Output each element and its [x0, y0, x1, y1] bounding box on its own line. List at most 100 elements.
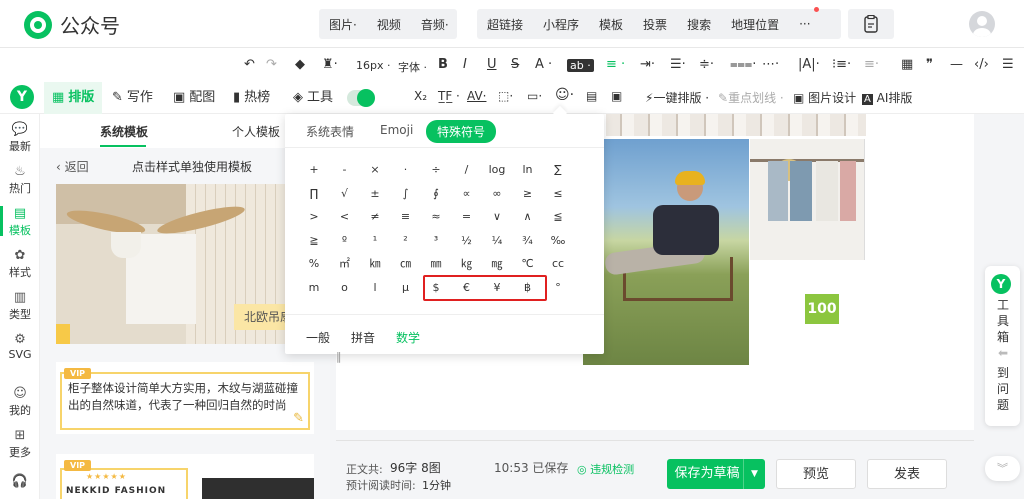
border-icon[interactable]: ⬚· — [498, 89, 513, 103]
symbol-cell[interactable]: ¼ — [482, 231, 512, 251]
clear-format-icon[interactable]: ♜· — [322, 57, 338, 72]
rail-item-support[interactable]: 🎧 — [0, 474, 40, 490]
symbol-cell[interactable]: ∏ — [299, 184, 329, 204]
tab-hot[interactable]: ▮ 热榜 — [233, 82, 270, 114]
redo-button[interactable]: ↷ — [266, 57, 277, 72]
rail-item-hot[interactable]: ♨ 热门 — [0, 164, 40, 196]
list-icon[interactable]: ☰· — [670, 57, 686, 72]
symbol-cell[interactable]: ∝ — [452, 184, 482, 204]
tab-writing[interactable]: ✎ 写作 — [112, 82, 153, 114]
symbol-cell[interactable]: / — [452, 160, 482, 180]
photo-man-in-chair[interactable] — [583, 139, 749, 365]
photo-clothing-rack[interactable] — [750, 139, 865, 260]
plugin-logo-icon[interactable]: Y — [10, 85, 34, 109]
scroll-down-button[interactable]: ︾ — [985, 456, 1020, 481]
symbol-cell[interactable]: √ — [330, 184, 360, 204]
html-icon[interactable]: ▤ — [586, 89, 597, 103]
insert-location-button[interactable]: 地理位置 — [721, 16, 789, 33]
symbol-cell[interactable]: ln — [513, 160, 543, 180]
tab-tools[interactable]: ◈ 工具 — [293, 82, 333, 114]
publish-button[interactable]: 发表 — [867, 459, 947, 489]
rail-item-template[interactable]: ▤ 模板 — [0, 206, 40, 238]
symbol-cell[interactable]: + — [299, 160, 329, 180]
symbol-cell[interactable]: · — [391, 160, 421, 180]
number-badge[interactable]: 100 — [805, 294, 839, 324]
symbol-cell[interactable]: ∮ — [421, 184, 451, 204]
feedback-label-3[interactable]: 题 — [996, 398, 1010, 413]
symbol-cell[interactable]: cc — [543, 254, 573, 274]
symbol-cell[interactable]: ㎝ — [391, 254, 421, 274]
insert-miniprogram-button[interactable]: 小程序 — [533, 16, 589, 33]
rail-item-svg[interactable]: ⚙ SVG — [0, 332, 40, 361]
template-card-fashion[interactable]: VIP ★★★★★ NEKKID FASHION — [56, 454, 314, 499]
plugin-toggle[interactable] — [347, 89, 375, 107]
template-card-ceiling-fan[interactable]: 北欧吊扇 — [56, 184, 314, 344]
bullet-list-icon[interactable]: ⁝≡· — [832, 57, 851, 72]
symbol-cell[interactable]: ° — [543, 278, 573, 298]
one-click-layout-button[interactable]: ⚡一键排版 · — [645, 89, 709, 106]
symbol-cell[interactable]: ≈ — [421, 207, 451, 227]
symbol-cell[interactable]: % — [299, 254, 329, 274]
symbol-cell[interactable]: - — [330, 160, 360, 180]
tab-emoji[interactable]: Emoji — [380, 123, 413, 137]
image-design-button[interactable]: ▣ 图片设计 — [793, 89, 856, 106]
insert-link-button[interactable]: 超链接 — [477, 16, 533, 33]
symbol-cell[interactable]: m — [299, 278, 329, 298]
symbol-cell[interactable]: ¹ — [360, 231, 390, 251]
template-card-text[interactable]: VIP 柜子整体设计简单大方实用，木纹与湖蓝碰撞出的自然味道，代表了一种回归自然… — [56, 362, 314, 434]
symbol-cell[interactable]: ㎏ — [452, 254, 482, 274]
arrow-left-icon[interactable]: ⬅ — [996, 346, 1010, 361]
text-formula-icon[interactable]: T̲F̲ · — [438, 89, 460, 103]
tab-system-emoji[interactable]: 系统表情 — [306, 123, 354, 140]
symbol-cell[interactable]: ℃ — [513, 254, 543, 274]
highlight-line-button[interactable]: ✎重点划线 · — [718, 89, 784, 106]
tab-personal-template[interactable]: 个人模板 — [232, 123, 280, 140]
ordered-list-icon[interactable]: ≡· — [864, 57, 879, 72]
symbol-cell[interactable]: ㎞ — [360, 254, 390, 274]
back-link[interactable]: ‹ 返回 — [56, 158, 89, 175]
preview-button[interactable]: 预览 — [776, 459, 856, 489]
symbol-cell[interactable]: ∑ — [543, 160, 573, 180]
insert-template-button[interactable]: 模板 — [589, 16, 633, 33]
symbol-cell[interactable]: ∧ — [513, 207, 543, 227]
tab-pinyin[interactable]: 拼音 — [351, 329, 375, 346]
subscript-icon[interactable]: X₂ — [414, 89, 427, 103]
insert-vote-button[interactable]: 投票 — [633, 16, 677, 33]
rail-item-style[interactable]: ✿ 样式 — [0, 248, 40, 280]
symbol-cell[interactable]: ㎜ — [421, 254, 451, 274]
letter-spacing-av-icon[interactable]: AV· — [467, 89, 486, 103]
symbol-cell[interactable]: ¾ — [513, 231, 543, 251]
symbol-cell[interactable]: o — [330, 278, 360, 298]
line-height-icon[interactable]: ≑· — [699, 57, 714, 72]
tab-layout[interactable]: ▦ 排版 — [44, 82, 103, 114]
format-painter-icon[interactable]: ◆ — [295, 57, 305, 72]
symbol-cell[interactable]: ∨ — [482, 207, 512, 227]
symbol-cell[interactable]: > — [299, 207, 329, 227]
table-icon[interactable]: ▦ — [901, 57, 913, 72]
user-avatar[interactable] — [969, 11, 995, 37]
rail-item-more[interactable]: ⊞ 更多 — [0, 428, 40, 460]
more-insert-button[interactable]: ··· — [789, 17, 820, 31]
save-draft-button[interactable]: 保存为草稿 ▼ — [667, 459, 765, 489]
quote-button[interactable]: ❞ — [926, 57, 933, 72]
italic-button[interactable]: I — [463, 57, 467, 72]
symbol-cell[interactable]: ㎎ — [482, 254, 512, 274]
symbol-cell[interactable]: log — [482, 160, 512, 180]
symbol-cell[interactable]: ≥ — [513, 184, 543, 204]
violation-check-link[interactable]: ◎ 违规检测 — [577, 461, 634, 477]
divider-button[interactable]: — — [950, 57, 963, 72]
more-format-icon[interactable]: ☰ — [1002, 57, 1014, 72]
symbol-cell[interactable]: ≧ — [299, 231, 329, 251]
symbol-cell[interactable]: = — [452, 207, 482, 227]
bold-button[interactable]: B — [438, 57, 448, 72]
symbol-cell[interactable]: ∞ — [482, 184, 512, 204]
symbol-cell[interactable]: ‰ — [543, 231, 573, 251]
symbol-cell[interactable]: × — [360, 160, 390, 180]
rail-item-mine[interactable]: ☺ 我的 — [0, 386, 40, 418]
symbol-cell[interactable]: ≡ — [391, 207, 421, 227]
symbol-cell[interactable]: ² — [391, 231, 421, 251]
letter-spacing-icon[interactable]: ⋯· — [762, 57, 779, 72]
symbol-cell[interactable]: ½ — [452, 231, 482, 251]
text-direction-icon[interactable]: |A|· — [798, 57, 820, 72]
feedback-label-1[interactable]: 到 — [996, 366, 1010, 381]
